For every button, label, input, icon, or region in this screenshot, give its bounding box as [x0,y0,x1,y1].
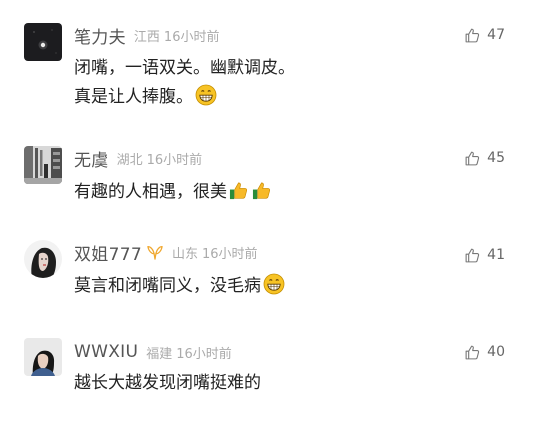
comment-line: 越长大越发现闭嘴挺难的 [74,373,261,393]
location: 山东 [171,246,198,262]
comment-text: 莫言和闭嘴同义，没毛病 [74,272,494,305]
username[interactable]: WWXIU [74,342,138,362]
thumbs-up-emoji-icon [229,180,250,211]
comment-text: 有趣的人相遇，很美 [74,178,494,211]
username[interactable]: 笔力夫 [74,23,126,48]
thumbs-up-icon [465,151,480,165]
comment-line-with-emoji: 有趣的人相遇，很美 [74,178,494,211]
like-count: 47 [487,27,505,43]
like-count: 45 [487,150,505,166]
location: 江西 [133,29,160,45]
like-button[interactable]: 40 [464,340,505,364]
username[interactable]: 无虞 [74,146,109,171]
like-count: 40 [487,344,505,360]
avatar[interactable] [24,146,62,184]
avatar[interactable] [24,338,62,376]
thumbs-up-icon [465,28,480,42]
comment-text: 闭嘴，一语双关。幽默调皮。 真是让人捧腹。 [74,54,494,116]
like-button[interactable]: 47 [464,23,505,47]
timestamp: 16小时前 [146,152,203,168]
grinning-face-icon [195,84,217,116]
comment-meta: 双姐777 山东 16小时前 [74,240,258,265]
thumbs-up-emoji-icon [252,180,273,211]
comment-line-with-emoji: 真是让人捧腹。 [74,83,494,116]
comment-line: 莫言和闭嘴同义，没毛病 [74,276,261,296]
comment-line-with-emoji: 莫言和闭嘴同义，没毛病 [74,272,494,305]
timestamp: 16小时前 [163,29,220,45]
thumbs-up-icon [465,345,480,359]
thumbs-up-icon [465,248,480,262]
comment-meta: 笔力夫 江西 16小时前 [74,23,220,48]
comment-text: 越长大越发现闭嘴挺难的 [74,369,494,398]
timestamp: 16小时前 [201,246,258,262]
timestamp: 16小时前 [176,346,232,362]
comment-line: 有趣的人相遇，很美 [74,182,227,202]
like-button[interactable]: 41 [464,243,505,267]
vip-badge-icon [147,246,163,260]
avatar[interactable] [24,23,62,61]
like-button[interactable]: 45 [464,146,505,170]
avatar[interactable] [24,240,62,278]
comment-meta: WWXIU 福建 16小时前 [74,340,232,364]
location: 福建 [146,346,173,362]
comment-meta: 无虞 湖北 16小时前 [74,146,203,171]
comment-line: 闭嘴，一语双关。幽默调皮。 [74,58,295,78]
comment-line: 真是让人捧腹。 [74,87,193,107]
username[interactable]: 双姐777 [74,240,142,265]
grinning-face-icon [263,273,285,305]
like-count: 41 [487,247,505,263]
location: 湖北 [116,152,143,168]
